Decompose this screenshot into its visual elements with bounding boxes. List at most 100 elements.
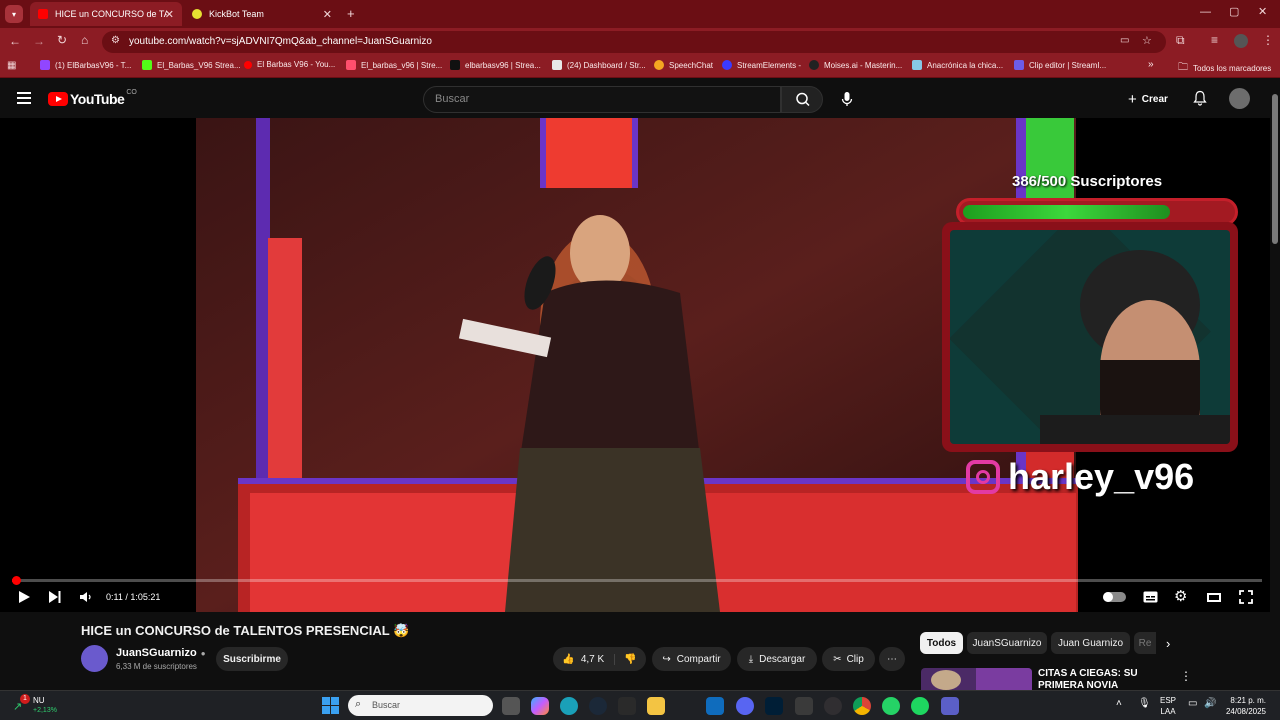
chip-todos[interactable]: Todos xyxy=(920,632,963,654)
voice-search-button[interactable] xyxy=(840,91,854,107)
bookmark-item[interactable]: elbarbasv96 | Strea... xyxy=(450,60,541,70)
bookmarks-overflow[interactable]: » xyxy=(1148,59,1154,70)
weather-widget[interactable]: ↗ 1 NU +2,13% xyxy=(13,694,73,718)
obs-icon[interactable] xyxy=(824,697,842,715)
outlook-icon[interactable] xyxy=(706,697,724,715)
show-hidden-icons-button[interactable]: ˄ xyxy=(1116,698,1122,709)
taskbar-search[interactable]: ⌕ Buscar xyxy=(348,695,493,716)
next-video-thumbnail[interactable] xyxy=(921,668,1032,690)
chip-juan-guarnizo[interactable]: Juan Guarnizo xyxy=(1051,632,1130,654)
youtube-logo[interactable]: YouTube CO xyxy=(48,89,137,107)
subscribe-button[interactable]: Suscribirme xyxy=(216,647,288,671)
address-bar[interactable]: ⚙ youtube.com/watch?v=sjADVNI7QmQ&ab_cha… xyxy=(102,31,1166,53)
volume-button[interactable] xyxy=(79,591,93,603)
channel-name[interactable]: JuanSGuarnizo ● xyxy=(116,647,206,659)
volume-tray-icon[interactable]: 🔊 xyxy=(1204,698,1216,709)
chip-related[interactable]: Re xyxy=(1134,632,1156,654)
clip-button[interactable]: ✂ Clip xyxy=(822,647,875,671)
bookmark-star-icon[interactable]: ☆ xyxy=(1142,34,1152,47)
window-close-button[interactable]: ✕ xyxy=(1258,5,1267,18)
apps-grid-icon[interactable]: ▦ xyxy=(7,60,16,71)
close-icon[interactable]: ✕ xyxy=(165,8,174,21)
create-button[interactable]: + Crear xyxy=(1128,91,1168,108)
bookmark-item[interactable]: El_Barbas_V96 Strea... xyxy=(142,60,241,70)
language-indicator[interactable]: ESP LAA xyxy=(1160,695,1176,717)
thumbs-down-icon: 👎 xyxy=(624,653,637,665)
fullscreen-icon xyxy=(1239,590,1253,604)
chrome-icon[interactable] xyxy=(853,697,871,715)
tab-youtube[interactable]: HICE un CONCURSO de TALENTOS ✕ xyxy=(30,2,182,26)
microphone-tray-icon[interactable]: 🎙 xyxy=(1138,698,1151,709)
chips-next-icon[interactable]: › xyxy=(1166,636,1170,651)
whatsapp-icon[interactable] xyxy=(882,697,900,715)
settings-button[interactable]: ⚙ xyxy=(1174,587,1187,605)
bookmark-item[interactable]: StreamElements - xyxy=(722,60,801,70)
tab-kickbot[interactable]: KickBot Team ✕ xyxy=(184,2,340,26)
account-avatar[interactable] xyxy=(1229,88,1250,109)
bookmark-item[interactable]: El_barbas_v96 | Stre... xyxy=(346,60,442,70)
spotify-icon[interactable] xyxy=(911,697,929,715)
chip-juansguarnizo[interactable]: JuanSGuarnizo xyxy=(967,632,1047,654)
video-player[interactable]: 386/500 Suscriptores harley_v96 0:11 / 1… xyxy=(0,118,1270,612)
page-scrollbar[interactable] xyxy=(1270,80,1280,690)
media-control-icon[interactable]: ≡ xyxy=(1211,33,1218,47)
dislike-button[interactable]: 👎 xyxy=(615,654,636,665)
extensions-icon[interactable]: ⧉ xyxy=(1176,33,1185,48)
reload-icon[interactable]: ↻ xyxy=(57,33,67,47)
network-icon[interactable]: ▭ xyxy=(1188,698,1197,709)
youtube-icon xyxy=(244,60,252,69)
all-bookmarks[interactable]: 🗀 Todos los marcadores xyxy=(1178,60,1271,77)
play-button[interactable] xyxy=(17,590,31,604)
scrollbar-thumb[interactable] xyxy=(1272,94,1278,244)
search-button[interactable] xyxy=(781,86,823,113)
start-button[interactable] xyxy=(322,697,339,714)
maximize-button[interactable]: ▢ xyxy=(1229,5,1239,18)
copilot-icon[interactable] xyxy=(531,697,549,715)
next-video-title[interactable]: CITAS A CIEGAS: SU PRIMERA NOVIA xyxy=(1038,668,1173,690)
cast-icon[interactable]: ▭ xyxy=(1120,35,1129,46)
new-tab-button[interactable]: + xyxy=(347,6,355,21)
bookmark-item[interactable]: (1) ElBarbasV96 - T... xyxy=(40,60,131,70)
fullscreen-button[interactable] xyxy=(1239,590,1253,604)
bookmark-item[interactable]: Anacrónica la chica... xyxy=(912,60,1003,70)
steam-icon[interactable] xyxy=(589,697,607,715)
autoplay-toggle[interactable] xyxy=(1103,592,1126,602)
like-button[interactable]: 👍 4,7 K xyxy=(562,653,616,665)
epic-games-icon[interactable] xyxy=(618,697,636,715)
bookmark-item[interactable]: SpeechChat xyxy=(654,60,713,70)
forward-icon[interactable]: → xyxy=(33,34,45,48)
bookmark-item[interactable]: (24) Dashboard / Str... xyxy=(552,60,646,70)
bookmark-item[interactable]: Clip editor | StreamI... xyxy=(1014,60,1106,70)
next-video-menu-icon[interactable]: ⋮ xyxy=(1180,669,1192,683)
capture-icon[interactable] xyxy=(795,697,813,715)
share-button[interactable]: ↪ Compartir xyxy=(652,647,731,671)
hamburger-menu-icon[interactable] xyxy=(17,92,31,104)
more-actions-button[interactable]: ⋯ xyxy=(879,647,905,671)
home-icon[interactable]: ⌂ xyxy=(81,33,88,47)
menu-icon[interactable]: ⋮ xyxy=(1262,33,1274,47)
theater-mode-button[interactable] xyxy=(1207,593,1221,602)
next-button[interactable] xyxy=(48,590,62,604)
subtitles-button[interactable] xyxy=(1143,591,1158,603)
back-icon[interactable]: ← xyxy=(9,34,21,48)
discord-icon[interactable] xyxy=(736,697,754,715)
edge-icon[interactable] xyxy=(560,697,578,715)
close-icon[interactable]: ✕ xyxy=(323,8,332,21)
notifications-bell-icon[interactable] xyxy=(1193,90,1207,106)
bookmark-item[interactable]: Moises.ai - Masterin... xyxy=(809,60,902,70)
minimize-button[interactable]: — xyxy=(1200,6,1211,18)
bookmark-item[interactable]: El Barbas V96 - You... xyxy=(244,60,335,69)
task-view-icon[interactable] xyxy=(502,697,520,715)
tab-search-button[interactable]: ▾ xyxy=(5,5,23,23)
clock[interactable]: 8:21 p. m. 24/08/2025 xyxy=(1222,695,1266,717)
seek-handle[interactable] xyxy=(11,576,21,585)
file-explorer-icon[interactable] xyxy=(647,697,665,715)
site-info-icon[interactable]: ⚙ xyxy=(111,35,120,46)
teams-icon[interactable] xyxy=(941,697,959,715)
profile-avatar[interactable] xyxy=(1234,34,1248,48)
download-button[interactable]: ⤓ Descargar xyxy=(737,647,817,671)
photoshop-icon[interactable] xyxy=(765,697,783,715)
search-input[interactable]: Buscar xyxy=(423,86,781,113)
seek-bar[interactable] xyxy=(12,579,1262,582)
channel-avatar[interactable] xyxy=(81,645,108,672)
